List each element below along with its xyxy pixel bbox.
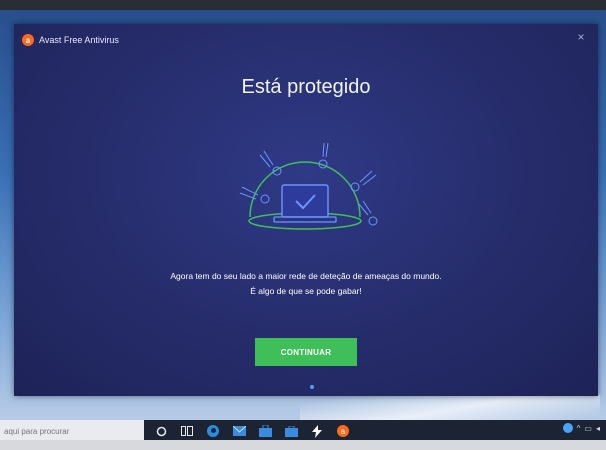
subtitle-line-1: Agora tem do seu lado a maior rede de de… [170, 271, 442, 281]
subtitle-line-2: É algo de que se pode gabar! [250, 286, 362, 296]
briefcase-icon[interactable] [282, 422, 300, 440]
subtitle: Agora tem do seu lado a maior rede de de… [14, 269, 598, 299]
close-button[interactable]: × [574, 30, 588, 44]
chevron-up-icon[interactable]: ^ [577, 424, 581, 433]
monitor-bezel-bottom [0, 440, 606, 450]
avast-logo-icon: a [22, 34, 34, 46]
protected-laptop-illustration [239, 142, 378, 230]
page-title: Está protegido [241, 76, 371, 98]
task-view-icon[interactable] [178, 422, 196, 440]
avast-tray-icon[interactable] [562, 423, 573, 433]
continue-button[interactable]: CONTINUAR [255, 338, 357, 366]
avast-window: a Avast Free Antivirus × Está protegido … [14, 24, 598, 396]
svg-text:a: a [341, 427, 346, 436]
app-title: Avast Free Antivirus [39, 35, 119, 45]
network-icon[interactable]: ▭ [584, 424, 592, 433]
taskbar-search-input[interactable] [0, 420, 144, 442]
flash-icon[interactable] [308, 422, 326, 440]
edge-icon[interactable] [204, 422, 222, 440]
store-icon[interactable] [256, 422, 274, 440]
pagination-dot[interactable] [310, 385, 314, 389]
mail-icon[interactable] [230, 422, 248, 440]
system-tray: ^ ▭ ◂ [562, 423, 600, 433]
cortana-circle-icon[interactable] [152, 422, 170, 440]
volume-icon[interactable]: ◂ [596, 424, 600, 433]
avast-icon[interactable]: a [334, 422, 352, 440]
laptop-icon [281, 184, 329, 218]
title-bar: a Avast Free Antivirus [22, 32, 119, 48]
windows-taskbar: a ^ ▭ ◂ [0, 420, 606, 442]
